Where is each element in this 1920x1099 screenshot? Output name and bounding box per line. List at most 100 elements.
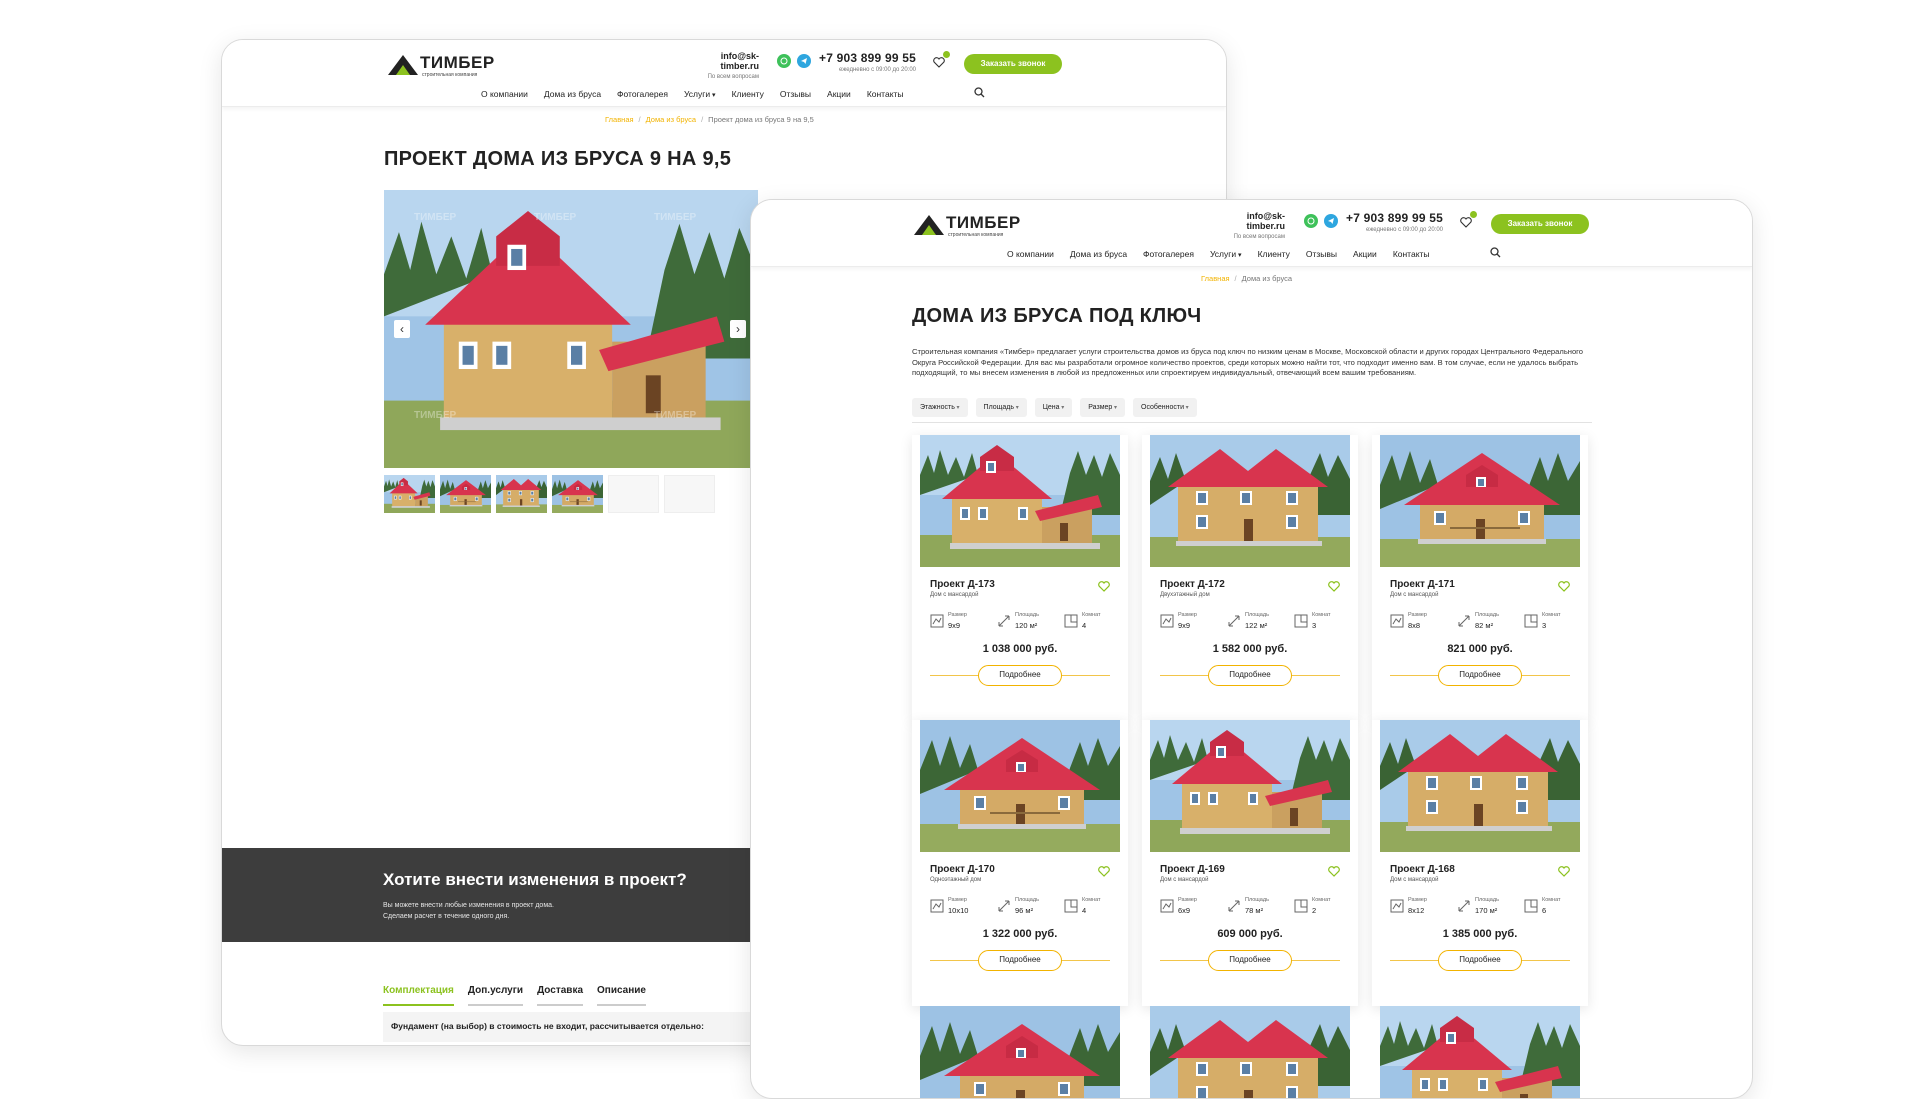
project-subtitle: Дом с мансардой (1390, 877, 1439, 883)
main-nav: О компании Дома из бруса Фотогалерея Усл… (481, 89, 904, 99)
project-title[interactable]: Проект Д-170 (930, 864, 995, 875)
nav-item-houses[interactable]: Дома из бруса (544, 89, 601, 99)
project-card[interactable]: Проект Д-171 Дом с мансардой Размер 8x8 П… (1372, 435, 1588, 721)
project-photo[interactable] (920, 1006, 1120, 1099)
project-specs: Размер 8x12 Площадь 170 м² Комнат 6 (1390, 897, 1580, 917)
header-phone-sub: ежедневно с 09:00 до 20:00 (838, 67, 916, 73)
more-button[interactable]: Подробнее (1438, 950, 1522, 971)
favorite-heart-icon[interactable] (1098, 866, 1110, 877)
nav-item-promos[interactable]: Акции (827, 89, 851, 99)
gallery-thumb-plan[interactable] (664, 475, 715, 513)
nav-item-contacts[interactable]: Контакты (1393, 249, 1430, 259)
project-title[interactable]: Проект Д-169 (1160, 864, 1225, 875)
project-card[interactable]: Проект Д-173 Дом с мансардой Размер 9x9 П… (912, 435, 1128, 721)
nav-item-clients[interactable]: Клиенту (1258, 249, 1290, 259)
filter-size[interactable]: Размер (1080, 398, 1125, 417)
favorite-heart-icon[interactable] (1558, 581, 1570, 592)
more-button[interactable]: Подробнее (978, 665, 1062, 686)
nav-item-promos[interactable]: Акции (1353, 249, 1377, 259)
brand-tagline: строительная компания (948, 232, 1004, 238)
favorite-heart-icon[interactable] (1098, 581, 1110, 592)
breadcrumb-home[interactable]: Главная (605, 115, 634, 124)
nav-item-services[interactable]: Услуги (1210, 249, 1242, 259)
nav-item-gallery[interactable]: Фотогалерея (1143, 249, 1194, 259)
project-title[interactable]: Проект Д-171 (1390, 579, 1455, 590)
brand-logo[interactable]: ТИМБЕР строительная компания (912, 211, 1022, 241)
search-icon[interactable] (974, 87, 985, 98)
watermark: ТИМБЕР (654, 410, 697, 421)
spec-rooms-value: 3 (1542, 621, 1547, 630)
header-email[interactable]: info@sk-timber.ru (1221, 211, 1285, 231)
project-photo[interactable] (1380, 1006, 1580, 1099)
gallery-thumb[interactable] (496, 475, 547, 513)
gallery-thumb[interactable] (384, 475, 435, 513)
favorites-heart-icon[interactable] (1460, 211, 1477, 233)
project-photo[interactable] (1150, 1006, 1350, 1099)
project-specs: Размер 9x9 Площадь 120 м² Комнат 4 (930, 612, 1120, 632)
favorites-heart-icon[interactable] (933, 51, 950, 73)
page-title: ПРОЕКТ ДОМА ИЗ БРУСА 9 НА 9,5 (384, 148, 732, 170)
nav-item-gallery[interactable]: Фотогалерея (617, 89, 668, 99)
filter-price[interactable]: Цена (1034, 398, 1073, 417)
project-card[interactable]: Проект Д-168 Дом с мансардой Размер 8x12 … (1372, 720, 1588, 1006)
more-button[interactable]: Подробнее (1208, 665, 1292, 686)
favorite-heart-icon[interactable] (1328, 581, 1340, 592)
project-photo[interactable] (1380, 435, 1580, 567)
nav-item-contacts[interactable]: Контакты (867, 89, 904, 99)
breadcrumb-houses[interactable]: Дома из бруса (646, 115, 696, 124)
filter-floors[interactable]: Этажность (912, 398, 968, 417)
header-phone[interactable]: +7 903 899 99 55 (816, 51, 916, 65)
gallery-thumb-plan[interactable] (608, 475, 659, 513)
tab-equipment[interactable]: Комплектация (383, 985, 454, 1006)
gallery-thumb[interactable] (552, 475, 603, 513)
whatsapp-icon[interactable] (777, 54, 791, 68)
project-card[interactable]: Проект Д-172 Двухэтажный дом Размер 9x9 П… (1142, 435, 1358, 721)
tab-extra-services[interactable]: Доп.услуги (467, 985, 524, 1006)
spec-rooms-value: 6 (1542, 906, 1547, 915)
nav-item-clients[interactable]: Клиенту (732, 89, 764, 99)
nav-item-reviews[interactable]: Отзывы (780, 89, 811, 99)
project-photo[interactable] (1150, 435, 1350, 567)
search-icon[interactable] (1490, 247, 1501, 258)
whatsapp-icon[interactable] (1304, 214, 1318, 228)
favorite-heart-icon[interactable] (1328, 866, 1340, 877)
project-title[interactable]: Проект Д-173 (930, 579, 995, 590)
header-phone[interactable]: +7 903 899 99 55 (1343, 211, 1443, 225)
telegram-icon[interactable] (1324, 214, 1338, 228)
nav-item-reviews[interactable]: Отзывы (1306, 249, 1337, 259)
gallery-next-arrow-icon[interactable]: › (730, 320, 746, 338)
spec-rooms-value: 2 (1312, 906, 1317, 915)
project-photo[interactable] (920, 720, 1120, 852)
project-title[interactable]: Проект Д-168 (1390, 864, 1455, 875)
nav-item-services[interactable]: Услуги (684, 89, 716, 99)
tab-description[interactable]: Описание (597, 985, 646, 1006)
callback-button[interactable]: Заказать звонок (964, 54, 1062, 74)
favorite-heart-icon[interactable] (1558, 866, 1570, 877)
tab-delivery[interactable]: Доставка (537, 985, 584, 1006)
gallery-thumb[interactable] (440, 475, 491, 513)
header-email[interactable]: info@sk-timber.ru (695, 51, 759, 71)
breadcrumb-home[interactable]: Главная (1201, 274, 1230, 283)
filter-area[interactable]: Площадь (975, 398, 1027, 417)
size-icon (1160, 899, 1174, 913)
brand-logo[interactable]: ТИМБЕР строительная компания (386, 51, 496, 81)
project-title[interactable]: Проект Д-172 (1160, 579, 1225, 590)
nav-item-about[interactable]: О компании (481, 89, 528, 99)
more-button[interactable]: Подробнее (1438, 665, 1522, 686)
project-photo[interactable] (1150, 720, 1350, 852)
project-photo[interactable] (1380, 720, 1580, 852)
spec-label: Комнат (1312, 612, 1331, 618)
more-button[interactable]: Подробнее (1208, 950, 1292, 971)
nav-item-houses[interactable]: Дома из бруса (1070, 249, 1127, 259)
project-card[interactable]: Проект Д-170 Одноэтажный дом Размер 10x10… (912, 720, 1128, 1006)
project-card[interactable]: Проект Д-169 Дом с мансардой Размер 6x9 П… (1142, 720, 1358, 1006)
callback-button[interactable]: Заказать звонок (1491, 214, 1589, 234)
telegram-icon[interactable] (797, 54, 811, 68)
project-subtitle: Одноэтажный дом (930, 877, 982, 883)
more-button[interactable]: Подробнее (978, 950, 1062, 971)
filter-features[interactable]: Особенности (1133, 398, 1197, 417)
nav-item-about[interactable]: О компании (1007, 249, 1054, 259)
project-photo[interactable] (920, 435, 1120, 567)
gallery-prev-arrow-icon[interactable]: ‹ (394, 320, 410, 338)
gallery-main-image[interactable]: ТИМБЕР ТИМБЕР ТИМБЕР ТИМБЕР ТИМБЕР ‹ › (384, 190, 758, 468)
